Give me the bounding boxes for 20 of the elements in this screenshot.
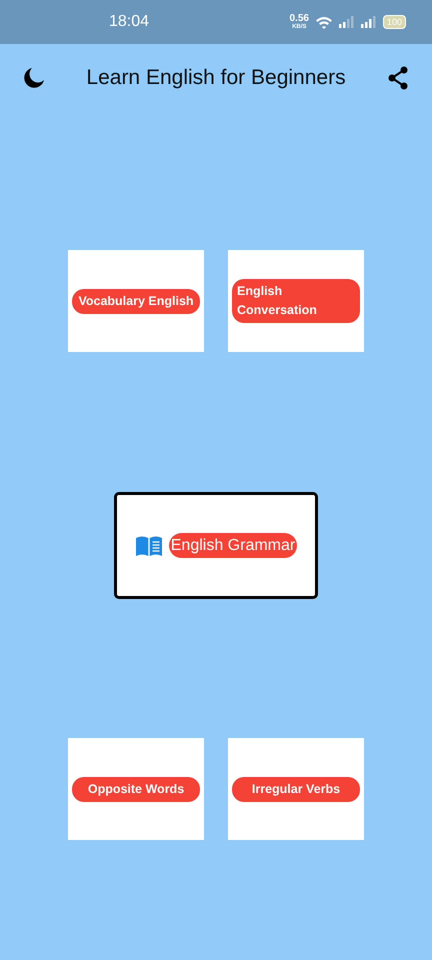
menu-card[interactable]: Vocabulary English — [68, 250, 204, 352]
card-label: Vocabulary English — [72, 288, 200, 314]
network-speed: 0.56 — [290, 14, 309, 24]
card-label: Irregular Verbs — [232, 776, 360, 802]
featured-card[interactable]: English Grammar — [114, 492, 318, 599]
moon-icon[interactable] — [22, 66, 46, 90]
share-icon[interactable] — [386, 66, 410, 90]
menu-card[interactable]: Irregular Verbs — [228, 738, 364, 840]
app-title: Learn English for Beginners — [86, 66, 346, 90]
battery-indicator: 100 — [382, 15, 406, 29]
wifi-icon — [314, 16, 333, 28]
menu-card[interactable]: English Conversation — [228, 250, 364, 352]
card-label: English Conversation — [232, 279, 360, 323]
signal-icon — [360, 16, 377, 28]
clock: 18:04 — [109, 13, 150, 31]
menu-card[interactable]: Opposite Words — [68, 738, 204, 840]
card-label: Opposite Words — [72, 776, 200, 802]
book-icon — [134, 534, 163, 556]
signal-icon — [338, 16, 355, 28]
card-label: English Grammar — [168, 533, 298, 558]
